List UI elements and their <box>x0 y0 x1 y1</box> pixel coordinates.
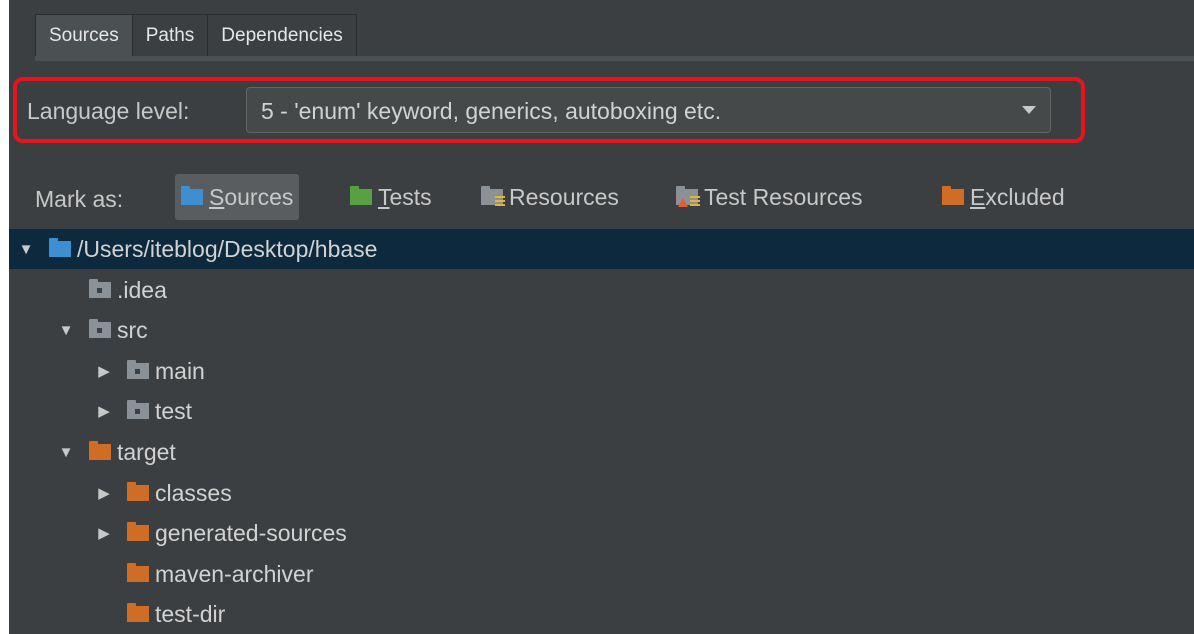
mark-excluded-label: Excluded <box>970 183 1065 210</box>
mark-test-resources-label: Test Resources <box>704 183 863 210</box>
folder-icon <box>127 482 149 501</box>
tree-row-label: .idea <box>117 276 167 303</box>
tree-row-src[interactable]: ▼ src <box>9 310 1194 350</box>
mark-resources-label: Resources <box>509 183 619 210</box>
tree-row-label: test-dir <box>155 600 226 627</box>
folder-icon <box>127 603 149 622</box>
language-level-value: 5 - 'enum' keyword, generics, autoboxing… <box>261 98 722 124</box>
tree-row-test-dir[interactable]: test-dir <box>9 594 1194 634</box>
excluded-folder-icon <box>942 186 964 205</box>
mark-sources-button[interactable]: Sources <box>175 174 300 220</box>
mark-resources-button[interactable]: Resources <box>481 174 619 220</box>
test-resources-folder-icon <box>676 186 700 207</box>
tab-underline <box>35 56 1194 61</box>
collapsed-arrow-icon[interactable]: ▶ <box>95 402 113 420</box>
tree-row-label: main <box>155 357 205 384</box>
tree-row-idea[interactable]: .idea <box>9 270 1194 310</box>
mark-as-label: Mark as: <box>35 186 124 212</box>
tree-row-root[interactable]: ▼ /Users/iteblog/Desktop/hbase <box>9 229 1194 269</box>
folder-icon <box>49 238 71 257</box>
tree-row-label: generated-sources <box>155 519 347 546</box>
tree-row-label: /Users/iteblog/Desktop/hbase <box>77 235 378 262</box>
project-structure-panel: Sources Paths Dependencies Language leve… <box>9 0 1194 634</box>
mark-tests-label: Tests <box>378 183 432 210</box>
expanded-arrow-icon[interactable]: ▼ <box>17 241 35 258</box>
tab-sources[interactable]: Sources <box>35 14 133 56</box>
collapsed-arrow-icon[interactable]: ▶ <box>95 524 113 542</box>
mark-sources-label: Sources <box>209 183 294 210</box>
expanded-arrow-icon[interactable]: ▼ <box>57 322 75 339</box>
collapsed-arrow-icon[interactable]: ▶ <box>95 362 113 380</box>
language-level-label: Language level: <box>27 98 190 124</box>
folder-icon <box>89 319 111 338</box>
tree-row-label: classes <box>155 479 232 506</box>
module-tabs: Sources Paths Dependencies <box>35 14 357 56</box>
tree-row-test[interactable]: ▶ test <box>9 391 1194 431</box>
folder-icon <box>89 279 111 298</box>
tree-row-label: src <box>117 316 148 343</box>
resources-folder-icon <box>481 186 505 206</box>
tree-row-maven-archiver[interactable]: maven-archiver <box>9 554 1194 594</box>
folder-icon <box>127 522 149 541</box>
tree-row-label: target <box>117 438 176 465</box>
folder-icon <box>89 441 111 460</box>
mark-excluded-button[interactable]: Excluded <box>942 174 1065 220</box>
language-level-dropdown[interactable]: 5 - 'enum' keyword, generics, autoboxing… <box>246 87 1051 133</box>
tab-dependencies[interactable]: Dependencies <box>208 14 357 56</box>
folder-icon <box>127 360 149 379</box>
tree-row-label: maven-archiver <box>155 560 314 587</box>
tab-paths[interactable]: Paths <box>132 14 209 56</box>
tree-row-main[interactable]: ▶ main <box>9 351 1194 391</box>
tree-row-classes[interactable]: ▶ classes <box>9 473 1194 513</box>
collapsed-arrow-icon[interactable]: ▶ <box>95 484 113 502</box>
tree-row-target[interactable]: ▼ target <box>9 432 1194 472</box>
folder-icon <box>127 400 149 419</box>
tests-folder-icon <box>350 186 372 205</box>
mark-test-resources-button[interactable]: Test Resources <box>676 174 863 220</box>
expanded-arrow-icon[interactable]: ▼ <box>57 444 75 461</box>
tree-row-generated-sources[interactable]: ▶ generated-sources <box>9 513 1194 553</box>
folder-icon <box>127 563 149 582</box>
mark-tests-button[interactable]: Tests <box>350 174 432 220</box>
sources-folder-icon <box>181 186 203 205</box>
tree-row-label: test <box>155 397 193 424</box>
chevron-down-icon <box>1022 106 1036 114</box>
